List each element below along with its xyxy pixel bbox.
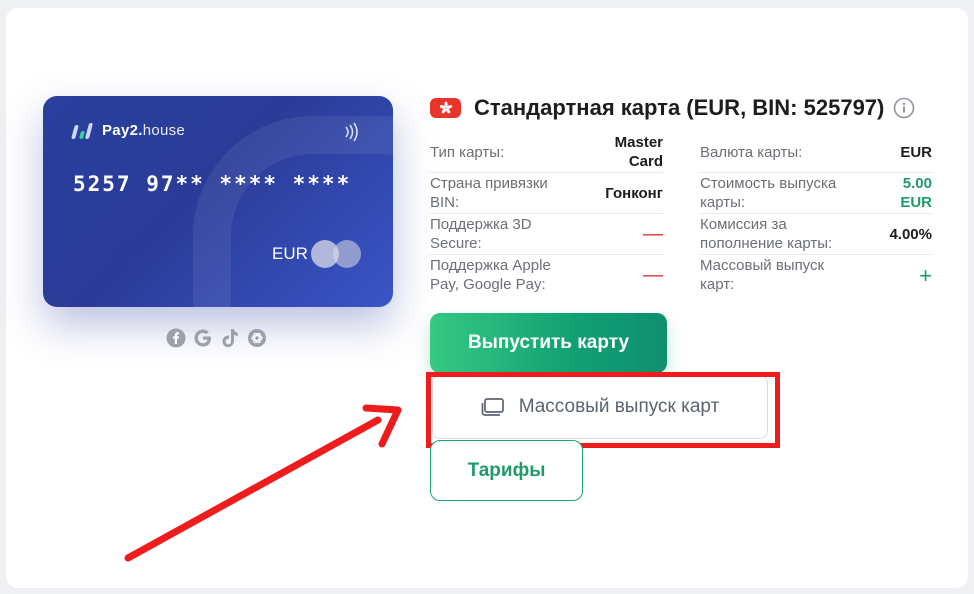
annotation-arrow-icon: [124, 404, 402, 562]
